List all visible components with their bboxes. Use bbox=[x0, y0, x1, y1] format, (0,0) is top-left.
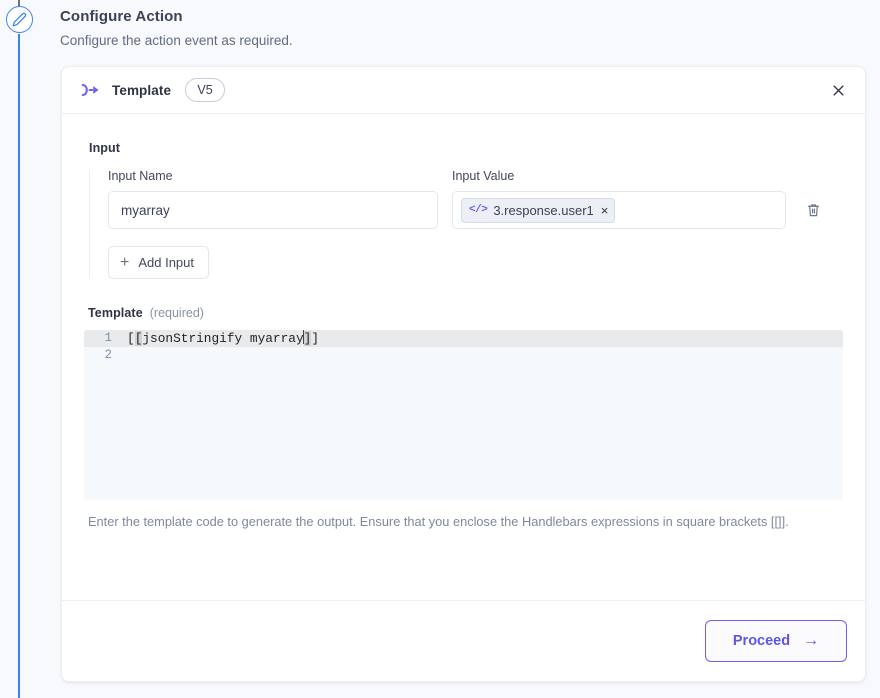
plus-icon: + bbox=[120, 253, 130, 271]
proceed-label: Proceed bbox=[732, 633, 791, 649]
template-help-text: Enter the template code to generate the … bbox=[88, 514, 789, 529]
card-footer: Proceed → bbox=[62, 600, 865, 681]
page-title: Configure Action bbox=[60, 8, 183, 25]
code-expression-body: jsonStringify myarray bbox=[142, 331, 304, 346]
template-heading: Template (required) bbox=[84, 306, 843, 320]
pencil-icon bbox=[12, 12, 27, 27]
variable-token-label: 3.response.user1 bbox=[493, 202, 594, 218]
rail-connector-line bbox=[18, 34, 20, 698]
code-bracket-outer-close: ] bbox=[311, 331, 320, 346]
code-line[interactable]: 2 bbox=[84, 347, 843, 364]
remove-token-icon[interactable]: × bbox=[600, 204, 609, 217]
input-name-input[interactable] bbox=[108, 191, 438, 229]
proceed-button[interactable]: Proceed → bbox=[705, 620, 847, 662]
input-value-field-group: Input Value </> 3.response.user1 × bbox=[452, 169, 786, 229]
card-title: Template bbox=[112, 82, 172, 98]
template-section: Template (required) 1 [[jsonStringify my… bbox=[84, 306, 843, 532]
configure-action-card: Template V5 Input Input Name Input Value bbox=[61, 66, 866, 682]
card-body: Input Input Name Input Value </> 3.respo… bbox=[62, 114, 865, 532]
variable-token-chip[interactable]: </> 3.response.user1 × bbox=[461, 197, 616, 223]
close-icon[interactable] bbox=[825, 77, 851, 103]
page-subtitle: Configure the action event as required. bbox=[60, 33, 293, 48]
input-group: Input Name Input Value </> 3.response.us… bbox=[89, 169, 843, 279]
line-number: 1 bbox=[104, 331, 112, 345]
add-input-label: Add Input bbox=[138, 255, 194, 270]
code-line-text: [[jsonStringify myarray]] bbox=[121, 330, 319, 347]
template-code-editor[interactable]: 1 [[jsonStringify myarray]] 2 bbox=[84, 330, 843, 500]
code-icon: </> bbox=[469, 203, 488, 216]
input-value-input[interactable]: </> 3.response.user1 × bbox=[452, 191, 786, 229]
input-name-field-group: Input Name bbox=[108, 169, 438, 229]
step-badge-pencil[interactable] bbox=[6, 6, 33, 33]
code-bracket-outer-open: [ bbox=[127, 331, 135, 346]
template-node-icon bbox=[80, 80, 102, 100]
line-number: 2 bbox=[104, 348, 112, 362]
template-label: Template bbox=[88, 306, 143, 320]
input-row: Input Name Input Value </> 3.response.us… bbox=[108, 169, 843, 229]
code-line[interactable]: 1 [[jsonStringify myarray]] bbox=[84, 330, 843, 347]
card-header: Template V5 bbox=[62, 67, 865, 114]
add-input-button[interactable]: + Add Input bbox=[108, 246, 209, 279]
input-value-label: Input Value bbox=[452, 169, 515, 183]
input-name-label: Input Name bbox=[108, 169, 173, 183]
template-required-note: (required) bbox=[149, 306, 204, 320]
input-section-heading: Input bbox=[89, 141, 121, 155]
arrow-right-icon: → bbox=[803, 632, 820, 649]
workflow-step-rail bbox=[0, 0, 40, 698]
page-header: Configure Action Configure the action ev… bbox=[60, 6, 860, 51]
version-badge: V5 bbox=[185, 78, 226, 102]
trash-icon[interactable] bbox=[802, 199, 824, 221]
